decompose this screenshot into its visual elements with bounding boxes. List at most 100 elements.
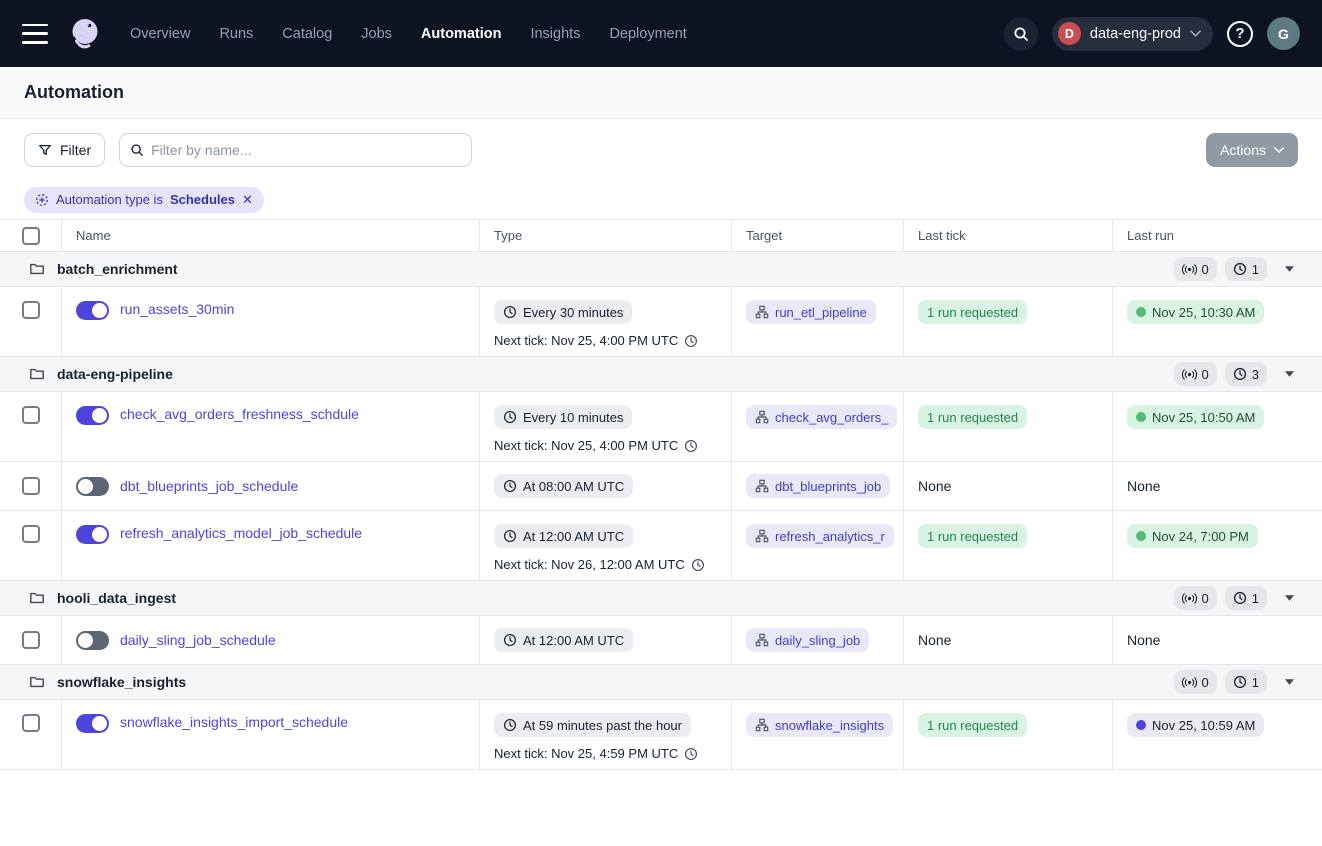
target-pill[interactable]: daily_sling_job bbox=[746, 628, 869, 652]
clock-icon bbox=[1233, 675, 1247, 689]
target-label: refresh_analytics_r bbox=[775, 529, 885, 544]
name-filter-input[interactable] bbox=[151, 142, 461, 158]
nav-item-insights[interactable]: Insights bbox=[530, 26, 580, 42]
table-header: Name Type Target Last tick Last run bbox=[0, 220, 1322, 252]
schedule-type-pill: At 59 minutes past the hour bbox=[494, 713, 691, 737]
nav-item-overview[interactable]: Overview bbox=[130, 26, 190, 42]
group-row[interactable]: snowflake_insights 0 1 bbox=[0, 665, 1322, 700]
automation-type-filter-tag[interactable]: Automation type is Schedules ✕ bbox=[24, 187, 264, 213]
automation-name-link[interactable]: snowflake_insights_import_schedule bbox=[120, 713, 348, 732]
chevron-down-icon bbox=[1190, 30, 1201, 37]
folder-icon bbox=[29, 590, 45, 606]
schedule-count-badge: 1 bbox=[1225, 670, 1267, 694]
next-tick-label: Next tick: Nov 25, 4:59 PM UTC bbox=[494, 746, 678, 761]
enabled-toggle[interactable] bbox=[76, 477, 109, 496]
row-checkbox[interactable] bbox=[22, 477, 40, 495]
clock-icon bbox=[1233, 591, 1247, 605]
nav-item-catalog[interactable]: Catalog bbox=[282, 26, 332, 42]
sensor-icon bbox=[1182, 592, 1197, 605]
job-icon bbox=[755, 529, 769, 543]
nav-item-automation[interactable]: Automation bbox=[421, 26, 502, 42]
search-icon[interactable] bbox=[1004, 17, 1038, 51]
target-pill[interactable]: dbt_blueprints_job bbox=[746, 474, 890, 498]
nav-item-runs[interactable]: Runs bbox=[219, 26, 253, 42]
clock-icon bbox=[684, 334, 698, 348]
page-title: Automation bbox=[24, 82, 124, 103]
target-pill[interactable]: run_etl_pipeline bbox=[746, 300, 876, 324]
run-status-dot bbox=[1136, 412, 1146, 422]
last-run-label: Nov 25, 10:50 AM bbox=[1152, 410, 1255, 425]
group-name: snowflake_insights bbox=[57, 674, 186, 690]
enabled-toggle[interactable] bbox=[76, 301, 109, 320]
filter-button[interactable]: Filter bbox=[24, 133, 105, 167]
collapse-group-icon[interactable] bbox=[1281, 367, 1298, 381]
schedule-type-pill: Every 10 minutes bbox=[494, 405, 632, 429]
automation-name-link[interactable]: dbt_blueprints_job_schedule bbox=[120, 477, 298, 496]
automation-row: run_assets_30min Every 30 minutes Next t… bbox=[0, 287, 1322, 357]
sensor-count: 0 bbox=[1202, 367, 1209, 382]
row-checkbox[interactable] bbox=[22, 406, 40, 424]
automation-name-link[interactable]: daily_sling_job_schedule bbox=[120, 631, 276, 650]
top-nav: Overview Runs Catalog Jobs Automation Insight… bbox=[0, 0, 1322, 67]
schedule-count-badge: 1 bbox=[1225, 586, 1267, 610]
active-filters-row: Automation type is Schedules ✕ bbox=[0, 180, 1322, 220]
next-tick-label: Next tick: Nov 26, 12:00 AM UTC bbox=[494, 557, 685, 572]
workspace-switcher[interactable]: D data-eng-prod bbox=[1052, 17, 1213, 51]
target-pill[interactable]: refresh_analytics_r bbox=[746, 524, 894, 548]
target-pill[interactable]: check_avg_orders_ bbox=[746, 405, 897, 429]
schedule-type-label: At 08:00 AM UTC bbox=[523, 479, 624, 494]
dagster-logo-icon[interactable] bbox=[66, 15, 104, 53]
enabled-toggle[interactable] bbox=[76, 406, 109, 425]
nav-item-deployment[interactable]: Deployment bbox=[609, 26, 686, 42]
last-tick-none: None bbox=[918, 632, 951, 648]
schedule-type-label: At 59 minutes past the hour bbox=[523, 718, 682, 733]
target-label: run_etl_pipeline bbox=[775, 305, 867, 320]
target-pill[interactable]: snowflake_insights bbox=[746, 713, 893, 737]
row-checkbox[interactable] bbox=[22, 301, 40, 319]
clock-icon bbox=[1233, 262, 1247, 276]
collapse-group-icon[interactable] bbox=[1281, 262, 1298, 276]
last-tick-label: 1 run requested bbox=[927, 529, 1018, 544]
collapse-group-icon[interactable] bbox=[1281, 591, 1298, 605]
row-checkbox[interactable] bbox=[22, 631, 40, 649]
avatar[interactable]: G bbox=[1267, 17, 1300, 50]
last-run-pill[interactable]: Nov 25, 10:50 AM bbox=[1127, 405, 1264, 429]
group-name: batch_enrichment bbox=[57, 261, 178, 277]
enabled-toggle[interactable] bbox=[76, 631, 109, 650]
schedule-type-label: At 12:00 AM UTC bbox=[523, 529, 624, 544]
group-row[interactable]: batch_enrichment 0 1 bbox=[0, 252, 1322, 287]
workspace-label: data-eng-prod bbox=[1090, 26, 1181, 42]
enabled-toggle[interactable] bbox=[76, 525, 109, 544]
select-all-checkbox[interactable] bbox=[22, 227, 40, 245]
close-icon[interactable]: ✕ bbox=[242, 193, 253, 206]
sensor-count-badge: 0 bbox=[1174, 586, 1217, 610]
collapse-group-icon[interactable] bbox=[1281, 675, 1298, 689]
help-icon[interactable]: ? bbox=[1227, 21, 1253, 47]
row-checkbox[interactable] bbox=[22, 525, 40, 543]
clock-icon bbox=[503, 479, 517, 493]
last-run-pill[interactable]: Nov 25, 10:59 AM bbox=[1127, 713, 1264, 737]
sensor-icon bbox=[1182, 263, 1197, 276]
automation-row: refresh_analytics_model_job_schedule At … bbox=[0, 511, 1322, 581]
schedule-type-label: Every 10 minutes bbox=[523, 410, 623, 425]
menu-icon[interactable] bbox=[22, 24, 48, 44]
automation-name-link[interactable]: refresh_analytics_model_job_schedule bbox=[120, 524, 362, 543]
schedule-type-pill: At 08:00 AM UTC bbox=[494, 474, 633, 498]
actions-button[interactable]: Actions bbox=[1206, 133, 1298, 167]
last-tick-label: 1 run requested bbox=[927, 410, 1018, 425]
last-run-none: None bbox=[1127, 478, 1160, 494]
job-icon bbox=[755, 718, 769, 732]
column-header-target: Target bbox=[731, 220, 903, 251]
row-checkbox[interactable] bbox=[22, 714, 40, 732]
nav-item-jobs[interactable]: Jobs bbox=[361, 26, 392, 42]
enabled-toggle[interactable] bbox=[76, 714, 109, 733]
column-header-name: Name bbox=[61, 220, 479, 251]
group-row[interactable]: hooli_data_ingest 0 1 bbox=[0, 581, 1322, 616]
job-icon bbox=[755, 305, 769, 319]
automation-name-link[interactable]: run_assets_30min bbox=[120, 300, 234, 319]
last-run-pill[interactable]: Nov 25, 10:30 AM bbox=[1127, 300, 1264, 324]
last-run-pill[interactable]: Nov 24, 7:00 PM bbox=[1127, 524, 1258, 548]
automation-name-link[interactable]: check_avg_orders_freshness_schdule bbox=[120, 405, 359, 424]
group-row[interactable]: data-eng-pipeline 0 3 bbox=[0, 357, 1322, 392]
clock-icon bbox=[684, 439, 698, 453]
